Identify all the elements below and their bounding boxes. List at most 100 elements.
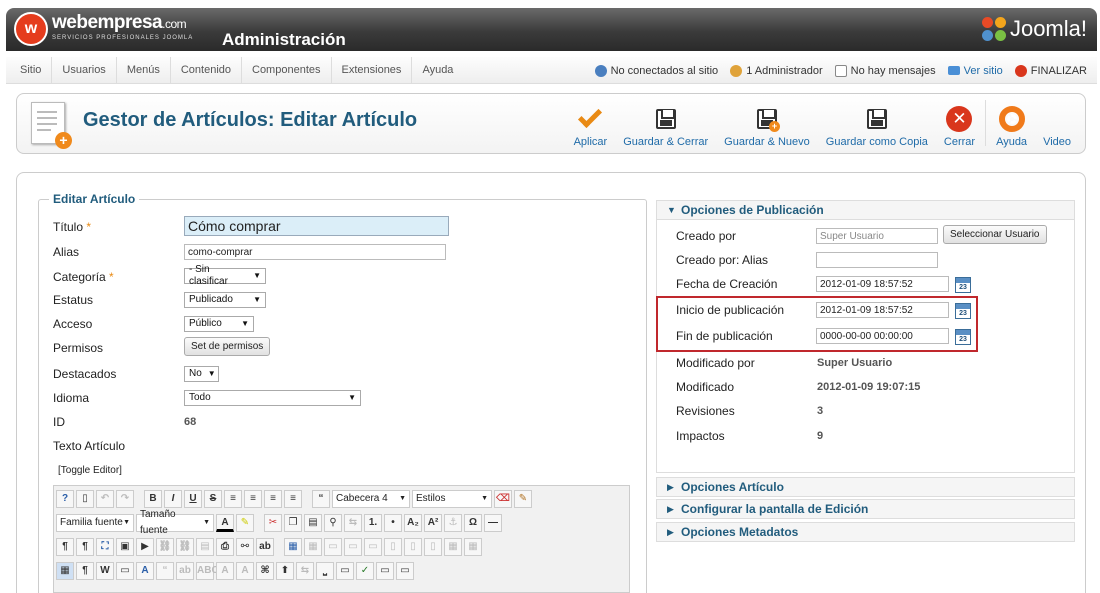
rtl-icon[interactable]: ¶ bbox=[76, 538, 94, 556]
row-after-icon[interactable]: ▭ bbox=[344, 538, 362, 556]
font-family-select[interactable]: Familia fuente ▼ bbox=[56, 514, 134, 532]
numbered-list-icon[interactable]: 1. bbox=[364, 514, 382, 532]
calendar-icon[interactable]: 23 bbox=[955, 277, 971, 293]
link-icon[interactable]: ⛓ bbox=[156, 538, 174, 556]
subscript-icon[interactable]: A₂ bbox=[404, 514, 422, 532]
help-button[interactable]: Ayuda bbox=[988, 100, 1035, 148]
align-center-icon[interactable]: ≡ bbox=[244, 490, 262, 508]
styles-icon[interactable]: A bbox=[136, 562, 154, 580]
text-color-icon[interactable]: A bbox=[216, 514, 234, 532]
visual-aid-icon[interactable]: ▦ bbox=[56, 562, 74, 580]
del-icon[interactable]: A bbox=[216, 562, 234, 580]
cut-icon[interactable]: ✂ bbox=[264, 514, 282, 532]
anchor-icon[interactable]: ⚓ bbox=[444, 514, 462, 532]
metadata-options-header[interactable]: ▶ Opciones Metadatos bbox=[656, 522, 1075, 542]
nonbreaking-icon[interactable]: ⎵ bbox=[316, 562, 334, 580]
col-before-icon[interactable]: ▯ bbox=[384, 538, 402, 556]
col-after-icon[interactable]: ▯ bbox=[404, 538, 422, 556]
menu-item-contenido[interactable]: Contenido bbox=[171, 57, 242, 84]
strikethrough-icon[interactable]: S bbox=[204, 490, 222, 508]
ltr-icon[interactable]: ¶ bbox=[56, 538, 74, 556]
row-delete-icon[interactable]: ▭ bbox=[364, 538, 382, 556]
split-cells-icon[interactable]: ▦ bbox=[444, 538, 462, 556]
preview-icon[interactable]: ▭ bbox=[396, 562, 414, 580]
status-messages[interactable]: No hay mensajes bbox=[834, 64, 936, 77]
row-before-icon[interactable]: ▭ bbox=[324, 538, 342, 556]
redo-icon[interactable]: ↷ bbox=[116, 490, 134, 508]
styles-select[interactable]: Estilos ▼ bbox=[412, 490, 492, 508]
table-delete-icon[interactable]: ▦ bbox=[304, 538, 322, 556]
blockquote-icon[interactable]: “ bbox=[312, 490, 330, 508]
align-right-icon[interactable]: ≡ bbox=[264, 490, 282, 508]
page-break-icon[interactable]: ▭ bbox=[336, 562, 354, 580]
title-input[interactable]: Cómo comprar bbox=[184, 216, 449, 236]
replace-icon[interactable]: ⇆ bbox=[344, 514, 362, 532]
binoculars-icon[interactable]: ⚯ bbox=[236, 538, 254, 556]
toggle-editor-link[interactable]: [Toggle Editor] bbox=[58, 465, 122, 476]
code-icon[interactable]: ▭ bbox=[376, 562, 394, 580]
copy-icon[interactable]: ❐ bbox=[284, 514, 302, 532]
status-select[interactable]: Publicado ▼ bbox=[184, 292, 266, 308]
menu-item-componentes[interactable]: Componentes bbox=[242, 57, 332, 84]
menu-item-extensiones[interactable]: Extensiones bbox=[332, 57, 413, 84]
paste-icon[interactable]: ▤ bbox=[304, 514, 322, 532]
paste-word-icon[interactable]: W bbox=[96, 562, 114, 580]
search-replace-icon[interactable]: ab bbox=[256, 538, 274, 556]
help-icon[interactable]: ? bbox=[56, 490, 74, 508]
paintbrush-icon[interactable]: ✎ bbox=[514, 490, 532, 508]
alias-input[interactable]: como-comprar bbox=[184, 244, 446, 260]
unlink-icon[interactable]: ⛓ bbox=[176, 538, 194, 556]
underline-icon[interactable]: U bbox=[184, 490, 202, 508]
save-new-button[interactable]: + Guardar & Nuevo bbox=[716, 100, 818, 148]
eraser-icon[interactable]: ⌫ bbox=[494, 490, 512, 508]
align-justify-icon[interactable]: ≡ bbox=[284, 490, 302, 508]
bullet-list-icon[interactable]: • bbox=[384, 514, 402, 532]
horizontal-rule-icon[interactable]: — bbox=[484, 514, 502, 532]
bold-icon[interactable]: B bbox=[144, 490, 162, 508]
superscript-icon[interactable]: A² bbox=[424, 514, 442, 532]
image-icon[interactable]: ▣ bbox=[116, 538, 134, 556]
video-button[interactable]: Video bbox=[1035, 100, 1079, 148]
apply-button[interactable]: Aplicar bbox=[566, 100, 616, 148]
merge-cells-icon[interactable]: ▦ bbox=[464, 538, 482, 556]
attribs-icon[interactable]: ⌘ bbox=[256, 562, 274, 580]
language-select[interactable]: Todo ▼ bbox=[184, 390, 361, 406]
edit-screen-options-header[interactable]: ▶ Configurar la pantalla de Edición bbox=[656, 499, 1075, 519]
logout-link[interactable]: FINALIZAR bbox=[1014, 64, 1087, 77]
highlight-color-icon[interactable]: ✎ bbox=[236, 514, 254, 532]
font-size-select[interactable]: Tamaño fuente ▼ bbox=[136, 509, 214, 536]
acronym-icon[interactable]: ABC bbox=[196, 562, 219, 580]
italic-icon[interactable]: I bbox=[164, 490, 182, 508]
select-user-button[interactable]: Seleccionar Usuario bbox=[943, 225, 1047, 244]
template-icon[interactable]: ▤ bbox=[196, 538, 214, 556]
col-delete-icon[interactable]: ▯ bbox=[424, 538, 442, 556]
layer-icon[interactable]: ⬆ bbox=[276, 562, 294, 580]
undo-icon[interactable]: ↶ bbox=[96, 490, 114, 508]
article-options-header[interactable]: ▶ Opciones Artículo bbox=[656, 477, 1075, 497]
webempresa-logo[interactable]: webempresa.com bbox=[52, 12, 187, 34]
fullscreen-icon[interactable]: ⛶ bbox=[96, 538, 114, 556]
access-select[interactable]: Público ▼ bbox=[184, 316, 254, 332]
menu-item-sitio[interactable]: Sitio bbox=[10, 57, 53, 84]
new-document-icon[interactable]: ▯ bbox=[76, 490, 94, 508]
view-site-link[interactable]: Ver sitio bbox=[947, 65, 1003, 77]
permissions-button[interactable]: Set de permisos bbox=[184, 337, 271, 356]
omega-icon[interactable]: Ω bbox=[464, 514, 482, 532]
format-select[interactable]: Cabecera 4 ▼ bbox=[332, 490, 410, 508]
category-select[interactable]: - Sin clasificar ▼ bbox=[184, 264, 266, 287]
menu-item-usuarios[interactable]: Usuarios bbox=[52, 57, 117, 84]
created-by-alias-input[interactable] bbox=[816, 252, 938, 268]
cite-icon[interactable]: “ bbox=[156, 562, 174, 580]
save-close-button[interactable]: Guardar & Cerrar bbox=[615, 100, 716, 148]
close-button[interactable]: ✕ Cerrar bbox=[936, 100, 983, 148]
publishing-options-header[interactable]: ▼ Opciones de Publicación bbox=[656, 200, 1075, 220]
print-icon[interactable]: ⎙ bbox=[216, 538, 234, 556]
table-icon[interactable]: ▦ bbox=[284, 538, 302, 556]
abbr-icon[interactable]: ab bbox=[176, 562, 194, 580]
move-forward-icon[interactable]: ⇆ bbox=[296, 562, 314, 580]
menu-item-menus[interactable]: Menús bbox=[117, 57, 171, 84]
ins-icon[interactable]: A bbox=[236, 562, 254, 580]
pilcrow-icon[interactable]: ¶ bbox=[76, 562, 94, 580]
featured-select[interactable]: No ▼ bbox=[184, 366, 219, 382]
align-left-icon[interactable]: ≡ bbox=[224, 490, 242, 508]
